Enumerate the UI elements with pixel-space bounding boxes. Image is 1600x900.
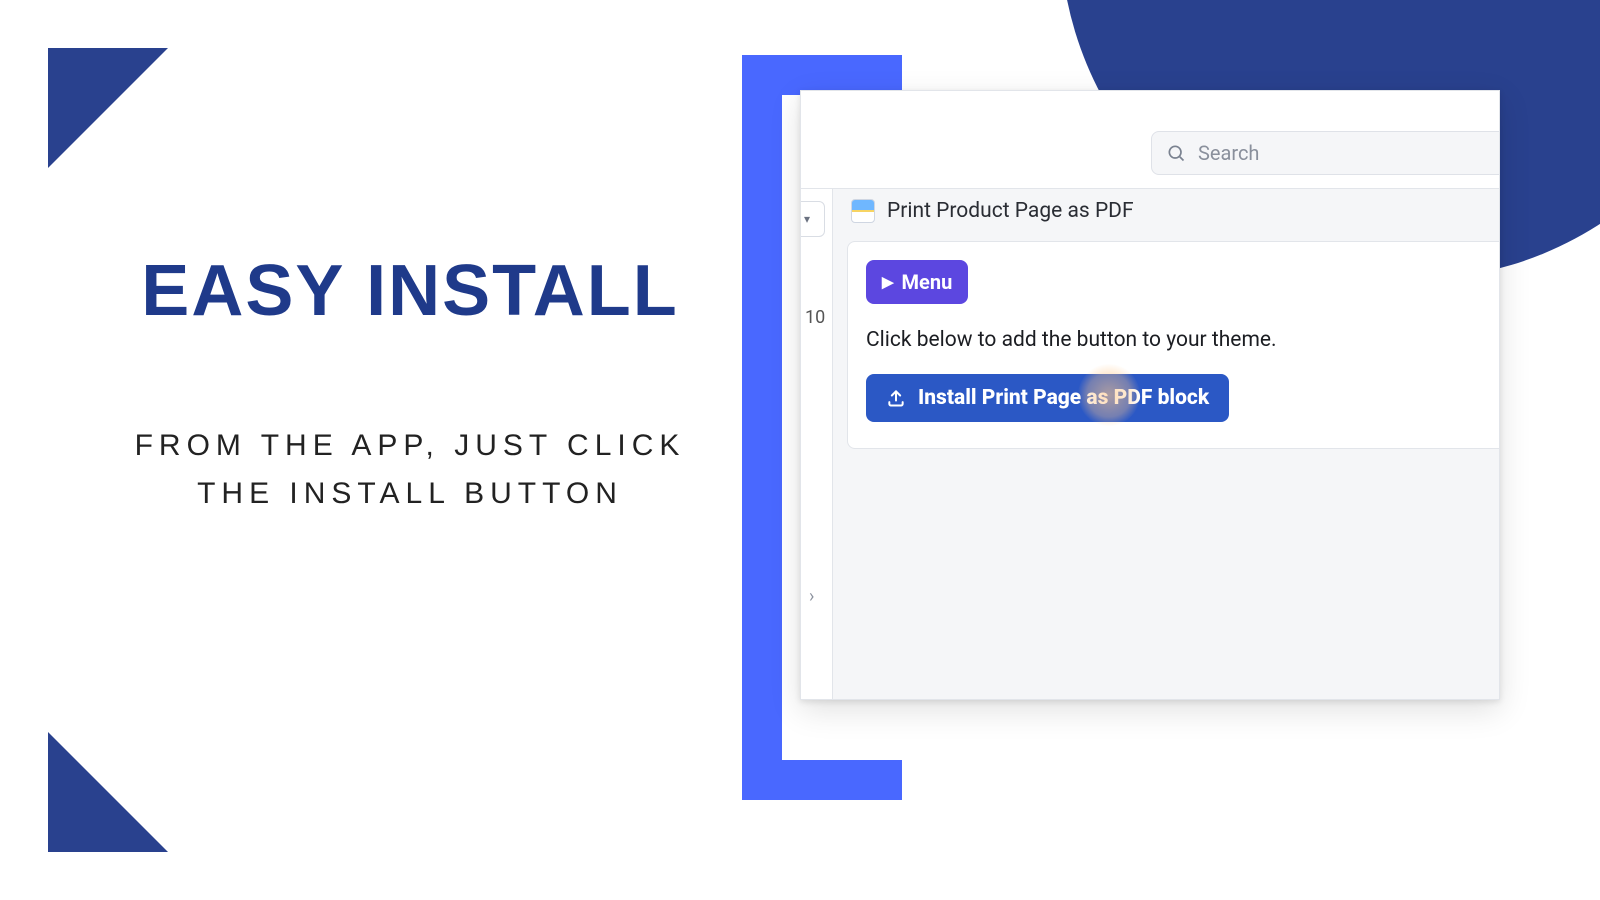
- marketing-copy: EASY INSTALL FROM THE APP, JUST CLICK TH…: [90, 250, 730, 518]
- app-title: Print Product Page as PDF: [887, 199, 1134, 223]
- decorative-triangle-bottom-left: [48, 732, 168, 852]
- main-card: ▶ Menu Click below to add the button to …: [847, 241, 1500, 449]
- install-button[interactable]: Install Print Page as PDF block: [866, 374, 1229, 422]
- badge-count: 10: [805, 307, 825, 328]
- decorative-triangle-top-left: [48, 48, 168, 168]
- search-icon: [1166, 143, 1186, 163]
- install-button-label: Install Print Page as PDF block: [918, 386, 1209, 410]
- search-input[interactable]: Search: [1151, 131, 1500, 175]
- app-screenshot: Search ▾ 10 › Print Product Page as PDF …: [800, 90, 1500, 700]
- play-icon: ▶: [882, 273, 894, 291]
- instruction-text: Click below to add the button to your th…: [866, 328, 1500, 352]
- headline: EASY INSTALL: [90, 250, 730, 332]
- chevron-right-icon[interactable]: ›: [809, 586, 814, 607]
- app-title-row: Print Product Page as PDF: [851, 199, 1499, 223]
- app-topbar: Search: [801, 91, 1499, 189]
- app-icon: [851, 199, 875, 223]
- left-gutter: [801, 189, 833, 699]
- menu-button[interactable]: ▶ Menu: [866, 260, 968, 304]
- upload-icon: [886, 388, 906, 408]
- menu-button-label: Menu: [902, 270, 953, 294]
- search-placeholder: Search: [1198, 141, 1259, 165]
- dropdown-caret-button[interactable]: ▾: [800, 201, 825, 237]
- subheadline: FROM THE APP, JUST CLICK THE INSTALL BUT…: [90, 422, 730, 518]
